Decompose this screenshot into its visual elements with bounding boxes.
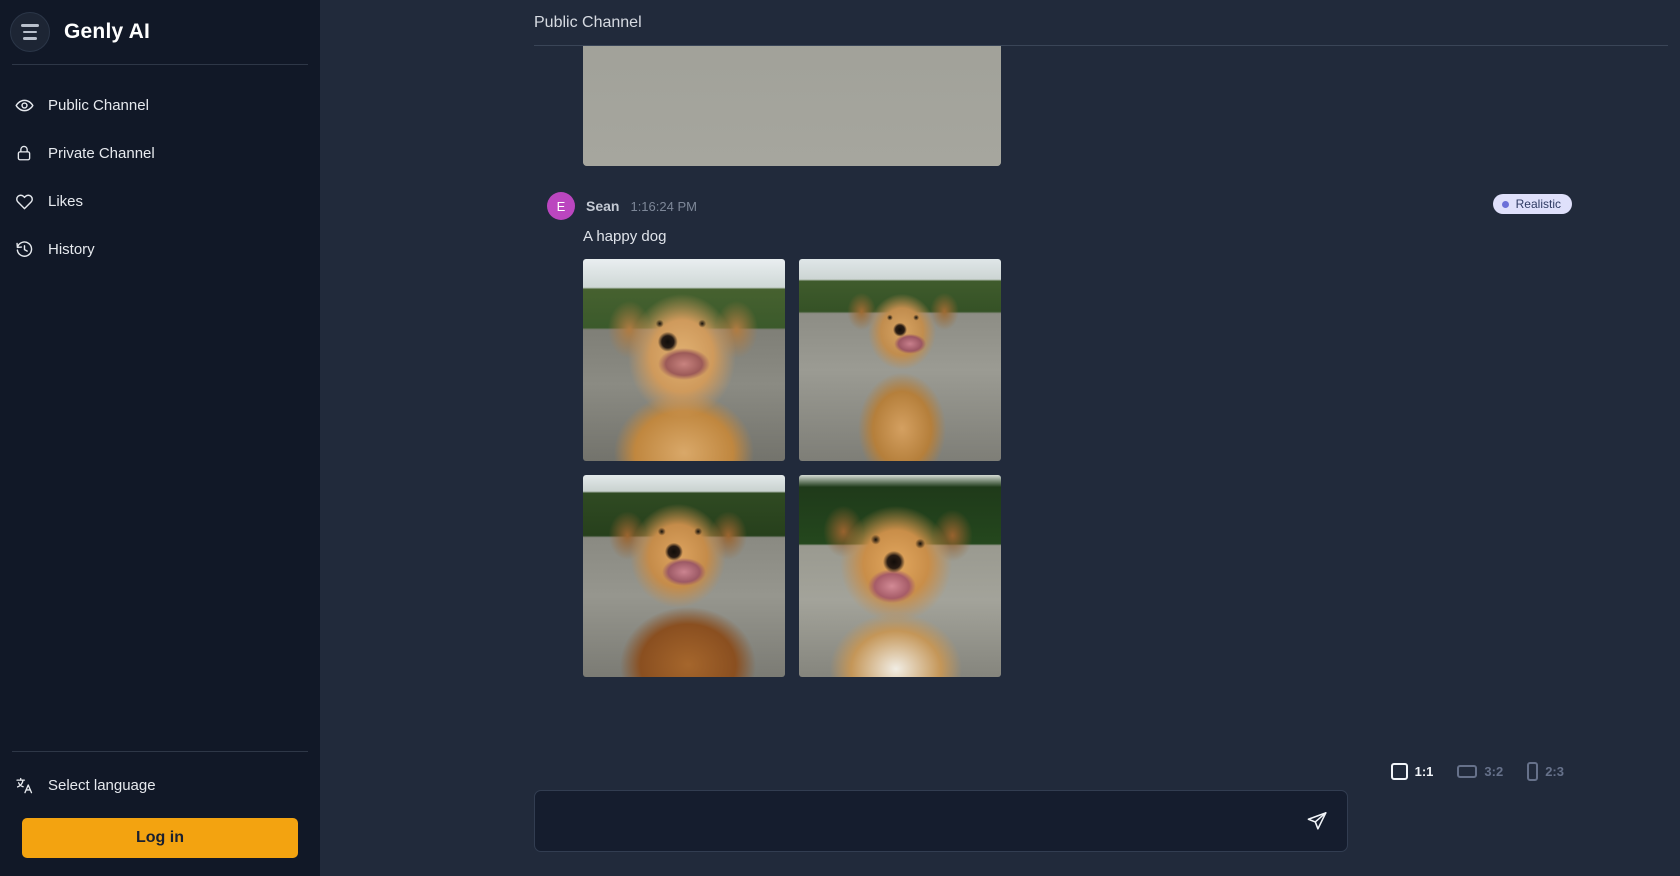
app-brand-title: Genly AI bbox=[64, 20, 151, 43]
sidebar-item-label: Private Channel bbox=[48, 144, 155, 162]
portrait-icon bbox=[1527, 762, 1539, 781]
message-feed: E Sean 1:16:24 PM Realistic A happy dog bbox=[320, 46, 1680, 762]
badge-label: Realistic bbox=[1515, 197, 1561, 211]
aspect-ratio-1-1[interactable]: 1:1 bbox=[1390, 763, 1434, 780]
select-language-button[interactable]: Select language bbox=[0, 762, 320, 808]
generated-image-2[interactable] bbox=[799, 259, 1001, 461]
generated-image-4[interactable] bbox=[799, 475, 1001, 677]
generated-image-1[interactable] bbox=[583, 259, 785, 461]
heart-icon bbox=[14, 191, 34, 211]
message-item: E Sean 1:16:24 PM Realistic A happy dog bbox=[534, 192, 1680, 677]
select-language-label: Select language bbox=[48, 776, 156, 794]
aspect-ratio-selector: 1:1 3:2 2:3 bbox=[534, 762, 1680, 781]
main-panel: Public Channel E Sean 1:16:24 PM Realist… bbox=[320, 0, 1680, 876]
aspect-ratio-label: 2:3 bbox=[1545, 764, 1564, 779]
sidebar-bottom-divider bbox=[12, 751, 308, 752]
aspect-ratio-2-3[interactable]: 2:3 bbox=[1527, 762, 1564, 781]
lock-icon bbox=[14, 143, 34, 163]
sidebar-item-likes[interactable]: Likes bbox=[0, 177, 320, 225]
send-icon bbox=[1307, 812, 1327, 830]
badge-dot-icon bbox=[1501, 200, 1509, 208]
sidebar-header: Genly AI bbox=[0, 0, 320, 64]
golden-dog-smiling-on-street-photo bbox=[583, 259, 785, 461]
translate-icon bbox=[14, 775, 34, 795]
sidebar-footer: Select language Log in bbox=[0, 751, 320, 876]
aspect-ratio-3-2[interactable]: 3:2 bbox=[1457, 764, 1503, 779]
sidewalk-and-grass-photo bbox=[583, 46, 1001, 166]
hamburger-icon[interactable] bbox=[10, 12, 50, 52]
sidebar-item-label: Likes bbox=[48, 192, 84, 210]
sidebar-item-label: History bbox=[48, 240, 95, 258]
status-badge: Realistic bbox=[1492, 194, 1572, 214]
sidebar: Genly AI Public Channel Private Channel … bbox=[0, 0, 320, 876]
previous-message-image[interactable] bbox=[583, 46, 1001, 166]
prompt-input[interactable] bbox=[535, 791, 1347, 851]
aspect-ratio-label: 1:1 bbox=[1414, 764, 1434, 779]
page-title: Public Channel bbox=[534, 14, 642, 31]
history-icon bbox=[14, 239, 34, 259]
landscape-icon bbox=[1457, 765, 1478, 778]
message-author: Sean bbox=[586, 198, 620, 214]
eye-icon bbox=[14, 95, 34, 115]
avatar: E bbox=[547, 192, 575, 220]
sidebar-item-private-channel[interactable]: Private Channel bbox=[0, 129, 320, 177]
happy-dog-in-park-photo bbox=[799, 475, 1001, 677]
message-timestamp: 1:16:24 PM bbox=[630, 198, 697, 214]
sidebar-item-public-channel[interactable]: Public Channel bbox=[0, 81, 320, 129]
channel-header: Public Channel bbox=[320, 0, 1680, 46]
sidebar-item-label: Public Channel bbox=[48, 96, 149, 114]
login-button[interactable]: Log in bbox=[22, 818, 298, 858]
square-icon bbox=[1390, 763, 1408, 780]
send-button[interactable] bbox=[1299, 803, 1335, 839]
prompt-composer[interactable] bbox=[534, 790, 1348, 852]
sidebar-nav: Public Channel Private Channel Likes His… bbox=[0, 65, 320, 273]
generated-image-3[interactable] bbox=[583, 475, 785, 677]
generated-image-grid bbox=[583, 259, 1680, 677]
message-prompt-text: A happy dog bbox=[583, 228, 667, 245]
composer-area: 1:1 3:2 2:3 bbox=[320, 762, 1680, 876]
app-root: Genly AI Public Channel Private Channel … bbox=[0, 0, 1680, 876]
brown-dog-smiling-closeup-photo bbox=[583, 475, 785, 677]
aspect-ratio-label: 3:2 bbox=[1484, 764, 1504, 779]
sidebar-item-history[interactable]: History bbox=[0, 225, 320, 273]
tan-dog-sitting-on-road-photo bbox=[799, 259, 1001, 461]
